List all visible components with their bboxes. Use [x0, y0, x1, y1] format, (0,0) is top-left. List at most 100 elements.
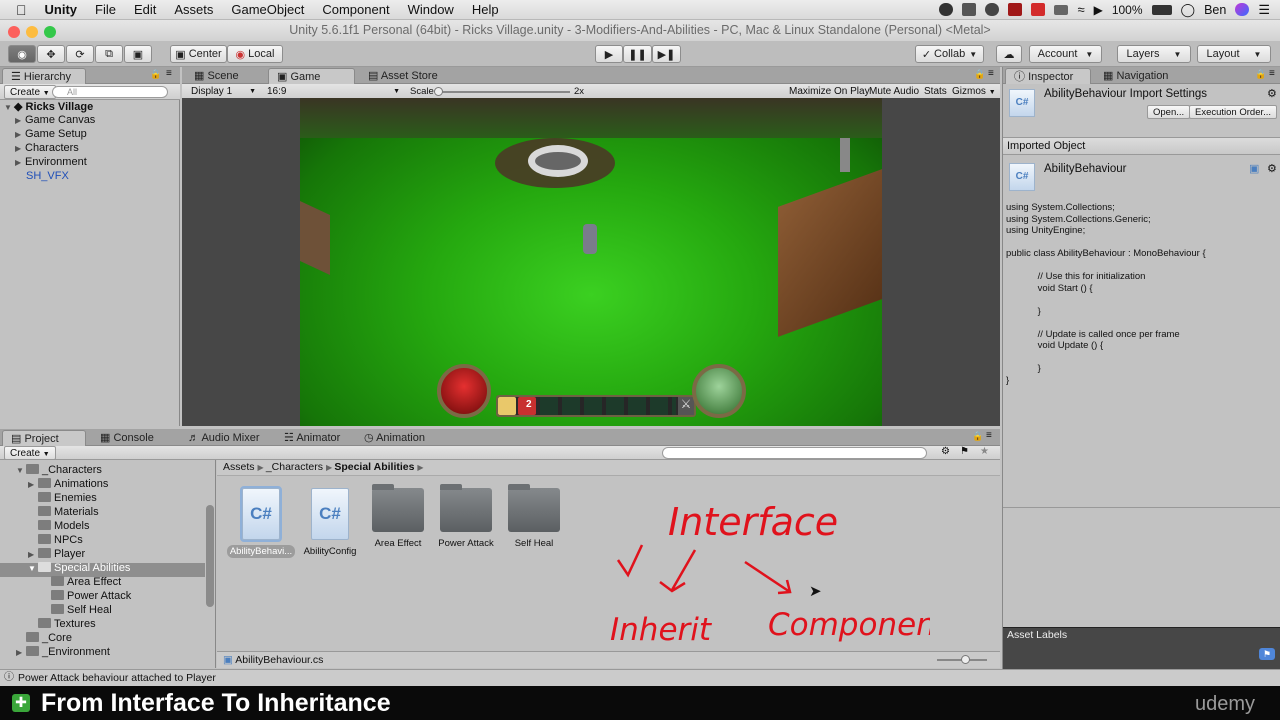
hierarchy-item[interactable]: ▶ Environment [15, 156, 87, 168]
tree-item[interactable]: Power Attack [51, 590, 131, 602]
menu-gameobject[interactable]: GameObject [222, 2, 313, 17]
tree-item[interactable]: Enemies [38, 492, 97, 504]
menu-component[interactable]: Component [313, 2, 398, 17]
tab-game[interactable]: ▣ Game [268, 68, 355, 84]
menu-help[interactable]: Help [463, 2, 508, 17]
wifi-icon[interactable]: ≈ [1077, 2, 1084, 17]
layout-dropdown[interactable]: Layout ▼ [1197, 45, 1271, 63]
menu-edit[interactable]: Edit [125, 2, 165, 17]
panel-menu-icon[interactable]: ≡ [1269, 68, 1275, 79]
maximize-on-play-toggle[interactable]: Maximize On Play [784, 85, 875, 99]
view-tool-icon[interactable]: ◉ [8, 45, 36, 63]
icon-size-slider-thumb[interactable] [961, 655, 970, 664]
favorite-star-icon[interactable]: ★ [980, 446, 989, 457]
asset-item[interactable]: C# AbilityConfig [294, 488, 366, 557]
power-icon[interactable] [985, 3, 1000, 16]
scale-slider[interactable] [436, 91, 570, 93]
open-button[interactable]: Open... [1147, 105, 1191, 119]
record-icon[interactable] [939, 3, 954, 16]
mute-audio-toggle[interactable]: Mute Audio [864, 85, 924, 99]
tab-inspector[interactable]: ⓘ Inspector [1005, 68, 1091, 84]
volume-icon[interactable]: ▶ [1094, 3, 1103, 17]
scale-tool-icon[interactable]: ⧉ [95, 45, 123, 63]
tab-asset-store[interactable]: ▤ Asset Store [360, 68, 446, 84]
layers-dropdown[interactable]: Layers ▼ [1117, 45, 1191, 63]
game-render[interactable]: 2 ⚔ [300, 98, 882, 426]
red-app-icon[interactable] [1008, 3, 1023, 16]
expand-arrow-icon[interactable]: ▼ [4, 103, 14, 112]
tree-item[interactable]: Models [38, 520, 89, 532]
tab-animation[interactable]: ◷ Animation [356, 430, 433, 446]
hierarchy-item-prefab[interactable]: SH_VFX [26, 170, 69, 182]
tree-item[interactable]: ▼ _Characters [16, 464, 102, 476]
menu-unity[interactable]: Unity [36, 2, 87, 17]
project-search-input[interactable] [662, 447, 927, 459]
expand-arrow-icon[interactable]: ▼ [16, 466, 26, 475]
scene-root[interactable]: ▼ ◆ Ricks Village [4, 100, 93, 113]
tab-project[interactable]: ▤ Project [2, 430, 86, 446]
breadcrumb-special-abilities[interactable]: Special Abilities [334, 461, 414, 473]
tab-animator[interactable]: ☵ Animator [276, 430, 348, 446]
rect-tool-icon[interactable]: ▣ [124, 45, 152, 63]
collapse-arrow-icon[interactable]: ▶ [15, 158, 25, 167]
asset-item-selected[interactable]: C# AbilityBehavi... [225, 486, 297, 558]
pivot-center-button[interactable]: ▣ Center [170, 45, 227, 63]
lock-icon[interactable]: 🔒 [150, 69, 161, 80]
script-book-icon[interactable]: ▣ [1249, 162, 1259, 175]
tab-navigation[interactable]: ▦ Navigation [1095, 68, 1176, 84]
aspect-dropdown[interactable]: 16:9 ▼ [262, 85, 402, 99]
vivaldi-icon[interactable] [1031, 3, 1046, 16]
notification-center-icon[interactable]: ☰ [1258, 2, 1270, 18]
hierarchy-search-input[interactable]: All [52, 86, 168, 98]
hierarchy-create-button[interactable]: Create ▼ [4, 85, 56, 99]
account-dropdown[interactable]: Account ▼ [1029, 45, 1102, 63]
panel-menu-icon[interactable]: ≡ [988, 68, 994, 79]
close-window-button[interactable] [8, 26, 20, 38]
gizmos-dropdown[interactable]: Gizmos ▼ [947, 85, 1001, 99]
tab-scene[interactable]: ▦ Scene [186, 68, 247, 84]
gear-icon[interactable]: ⚙ [1267, 87, 1277, 100]
hierarchy-item[interactable]: ▶ Game Setup [15, 128, 87, 140]
project-create-button[interactable]: Create ▼ [4, 446, 56, 460]
tree-item[interactable]: ▶ _Environment [16, 646, 110, 658]
lock-icon[interactable]: 🔒 [972, 431, 983, 442]
collapse-arrow-icon[interactable]: ▶ [16, 648, 26, 657]
battery-icon[interactable] [1151, 4, 1172, 15]
menu-file[interactable]: File [86, 2, 125, 17]
rotate-tool-icon[interactable]: ⟳ [66, 45, 94, 63]
gear-icon[interactable]: ⚙ [1267, 162, 1277, 175]
tree-item[interactable]: ▶ Animations [28, 478, 108, 490]
tree-item[interactable]: ▶ Player [28, 548, 85, 560]
execution-order-button[interactable]: Execution Order... [1189, 105, 1278, 119]
cloud-icon[interactable]: ☁ [996, 45, 1022, 63]
clock-icon[interactable]: ◯ [1181, 2, 1196, 18]
play-button[interactable]: ▶ [595, 45, 623, 63]
tab-hierarchy[interactable]: ☰ Hierarchy [2, 68, 86, 84]
collapse-arrow-icon[interactable]: ▶ [28, 480, 38, 489]
display-dropdown[interactable]: Display 1 ▼ [186, 85, 258, 99]
apple-icon[interactable]:  [0, 2, 36, 18]
collapse-arrow-icon[interactable]: ▶ [15, 144, 25, 153]
step-button[interactable]: ▶❚ [652, 45, 681, 63]
panel-menu-icon[interactable]: ≡ [166, 68, 172, 79]
sword-icon[interactable]: ⚔ [678, 397, 694, 415]
user-name[interactable]: Ben [1204, 3, 1226, 17]
tab-console[interactable]: ▦ Console [92, 430, 162, 446]
collapse-arrow-icon[interactable]: ▶ [28, 550, 38, 559]
display-icon[interactable] [1054, 4, 1069, 15]
collapse-arrow-icon[interactable]: ▶ [15, 116, 25, 125]
lock-icon[interactable]: 🔒 [1255, 69, 1266, 80]
butterfly-icon[interactable] [962, 3, 977, 16]
lock-icon[interactable]: 🔒 [974, 69, 985, 80]
zoom-window-button[interactable] [44, 26, 56, 38]
asset-item[interactable]: Self Heal [498, 484, 570, 549]
siri-icon[interactable] [1235, 3, 1250, 16]
pivot-local-button[interactable]: ◉ Local [227, 45, 283, 63]
tree-item[interactable]: _Core [26, 632, 72, 644]
minimize-window-button[interactable] [26, 26, 38, 38]
breadcrumb-characters[interactable]: _Characters [266, 461, 323, 473]
move-tool-icon[interactable]: ✥ [37, 45, 65, 63]
breadcrumb-assets[interactable]: Assets [223, 461, 255, 473]
panel-menu-icon[interactable]: ≡ [986, 430, 992, 441]
filter-type-icon[interactable]: ⚙ [941, 446, 950, 457]
